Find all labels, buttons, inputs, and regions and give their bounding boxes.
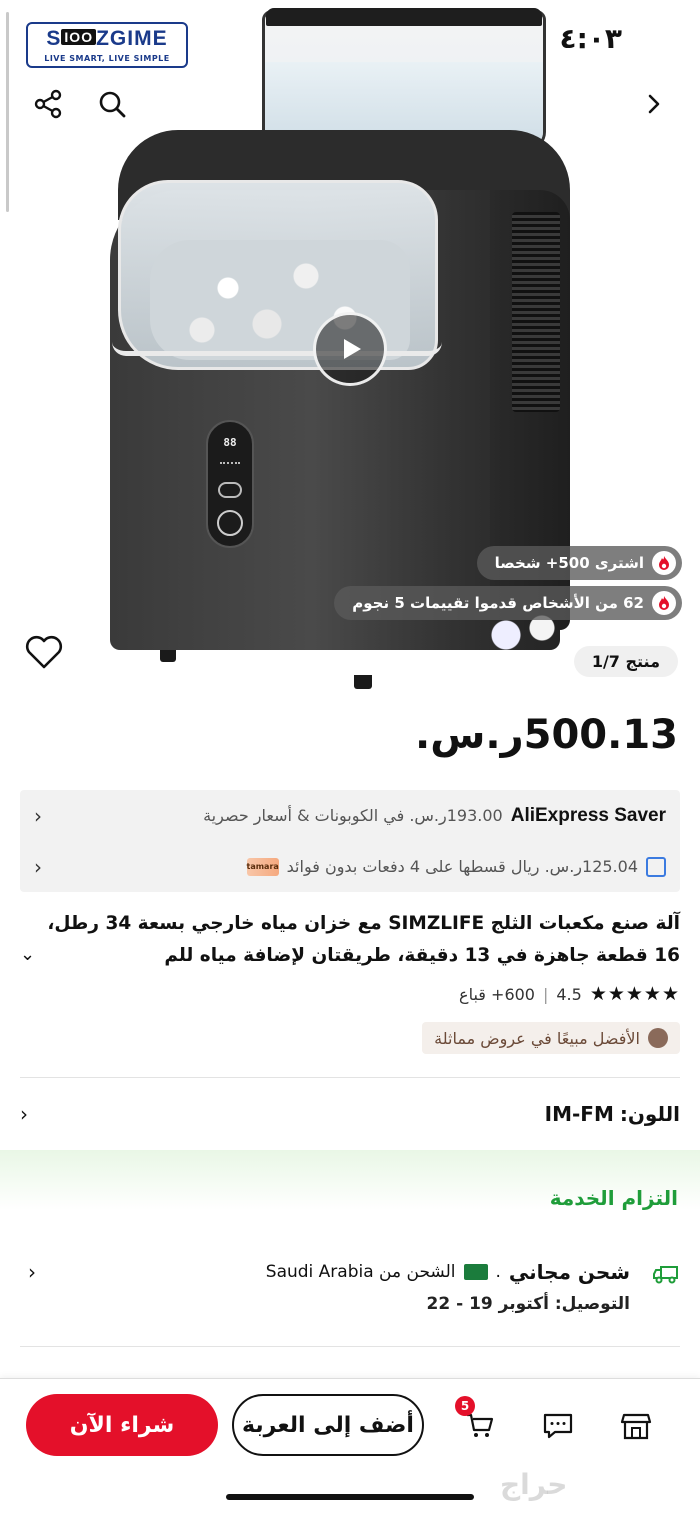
- saver-coupon-row[interactable]: AliExpress Saver 193.00ر.س. في الكوبونات…: [20, 790, 680, 841]
- expand-title-chevron-icon[interactable]: ⌄: [20, 944, 35, 965]
- panel-indicators: [220, 462, 240, 472]
- add-to-cart-button[interactable]: أضف إلى العربة: [232, 1394, 424, 1456]
- product-image-carousel[interactable]: 88 S ΙΟΟ ZGIME LIVE SMART, LIVE SIMPLE ٤:٠…: [0, 0, 700, 700]
- chat-icon[interactable]: [538, 1406, 578, 1446]
- fire-icon: [652, 591, 676, 615]
- status-time: ٤:٠٣: [559, 22, 622, 55]
- tank-lid: [266, 8, 542, 26]
- color-selector[interactable]: اللون: IM-FM ‹: [20, 1096, 680, 1132]
- divider: [20, 1346, 680, 1347]
- chevron-right-icon[interactable]: [632, 82, 676, 126]
- fire-icon: [652, 551, 676, 575]
- control-panel: 88: [206, 420, 254, 548]
- delivery-estimate: التوصيل: أكتوبر 19 - 22: [426, 1294, 630, 1314]
- free-shipping-text: شحن مجاني: [508, 1260, 630, 1284]
- machine-vent: [512, 212, 560, 412]
- reviews-badge: 62 من الأشخاص قدموا تقييمات 5 نجوم: [334, 586, 682, 620]
- purchased-badge-text: اشترى 500+ شخصا: [494, 554, 644, 572]
- price-currency: ر.س.: [415, 712, 524, 758]
- panel-mode-button: [218, 482, 242, 498]
- price: 500.13ر.س.: [415, 712, 678, 758]
- share-icon[interactable]: [26, 82, 70, 126]
- play-icon: [344, 339, 361, 359]
- machine-foot: [354, 675, 372, 689]
- best-seller-text: الأفضل مبيعًا في عروض مماثلة: [434, 1028, 640, 1048]
- truck-icon: [652, 1262, 680, 1286]
- best-seller-badge[interactable]: الأفضل مبيعًا في عروض مماثلة: [422, 1022, 680, 1054]
- shipping-origin: الشحن من Saudi Arabia: [265, 1262, 456, 1282]
- dot-separator: .: [495, 1262, 501, 1282]
- rating-row[interactable]: ★★★★★ 4.5 | 600+ قباع: [459, 983, 680, 1005]
- chevron-left-icon: ‹: [20, 1102, 28, 1126]
- best-seller-icon: [648, 1028, 668, 1048]
- color-value: IM-FM: [544, 1102, 614, 1126]
- service-commitment-title: التزام الخدمة: [549, 1186, 678, 1210]
- heart-icon[interactable]: [24, 634, 68, 674]
- logo-tagline: LIVE SMART, LIVE SIMPLE: [44, 54, 170, 63]
- installment-row[interactable]: 125.04ر.س. ريال قسطها على 4 دفعات بدون ف…: [20, 841, 680, 892]
- shipping-row[interactable]: شحن مجاني . الشحن من Saudi Arabia التوصي…: [20, 1260, 680, 1320]
- chevron-left-icon: ‹: [28, 1260, 36, 1284]
- promo-box: AliExpress Saver 193.00ر.س. في الكوبونات…: [20, 790, 680, 892]
- calendar-icon: [646, 856, 666, 877]
- cart-count-badge: 5: [455, 1396, 475, 1416]
- chevron-left-icon: ‹: [34, 803, 42, 828]
- search-icon[interactable]: [90, 82, 134, 126]
- image-counter: منتج 1/7: [573, 646, 678, 677]
- installment-text: 125.04ر.س. ريال قسطها على 4 دفعات بدون ف…: [286, 857, 638, 876]
- buy-now-button[interactable]: شراء الآن: [26, 1394, 218, 1456]
- sold-count: 600+ قباع: [459, 984, 535, 1004]
- price-amount: 500.13: [523, 712, 678, 758]
- star-rating: ★★★★★: [589, 983, 680, 1005]
- purchased-badge: اشترى 500+ شخصا: [476, 546, 682, 580]
- panel-power-button: [217, 510, 243, 536]
- home-indicator: [226, 1494, 474, 1500]
- saver-text: 193.00ر.س. في الكوبونات & أسعار حصرية: [203, 806, 503, 825]
- play-video-button[interactable]: [313, 312, 387, 386]
- rating-value: 4.5: [556, 984, 582, 1004]
- scroll-indicator: [6, 12, 9, 212]
- saver-logo: AliExpress Saver: [510, 804, 666, 826]
- reviews-badge-text: 62 من الأشخاص قدموا تقييمات 5 نجوم: [352, 594, 644, 612]
- haraj-watermark: حراج: [500, 1468, 568, 1501]
- shipping-summary: شحن مجاني . الشحن من Saudi Arabia: [266, 1260, 630, 1284]
- store-icon[interactable]: [616, 1406, 656, 1446]
- saudi-flag-icon: [463, 1264, 488, 1280]
- divider: [20, 1077, 680, 1078]
- chevron-left-icon: ‹: [34, 854, 42, 879]
- panel-display: 88: [223, 436, 237, 449]
- rating-separator: |: [542, 984, 549, 1004]
- store-logo: S ΙΟΟ ZGIME LIVE SMART, LIVE SIMPLE: [26, 22, 188, 68]
- color-label: اللون:: [619, 1102, 680, 1126]
- window-rim: [112, 342, 442, 356]
- machine-foot: [160, 650, 176, 662]
- product-title: آلة صنع مكعبات الثلج SIMZLIFE مع خزان مي…: [47, 913, 680, 966]
- tamara-logo: tamara: [247, 857, 279, 876]
- logo-brand: S ΙΟΟ ZGIME: [46, 27, 168, 50]
